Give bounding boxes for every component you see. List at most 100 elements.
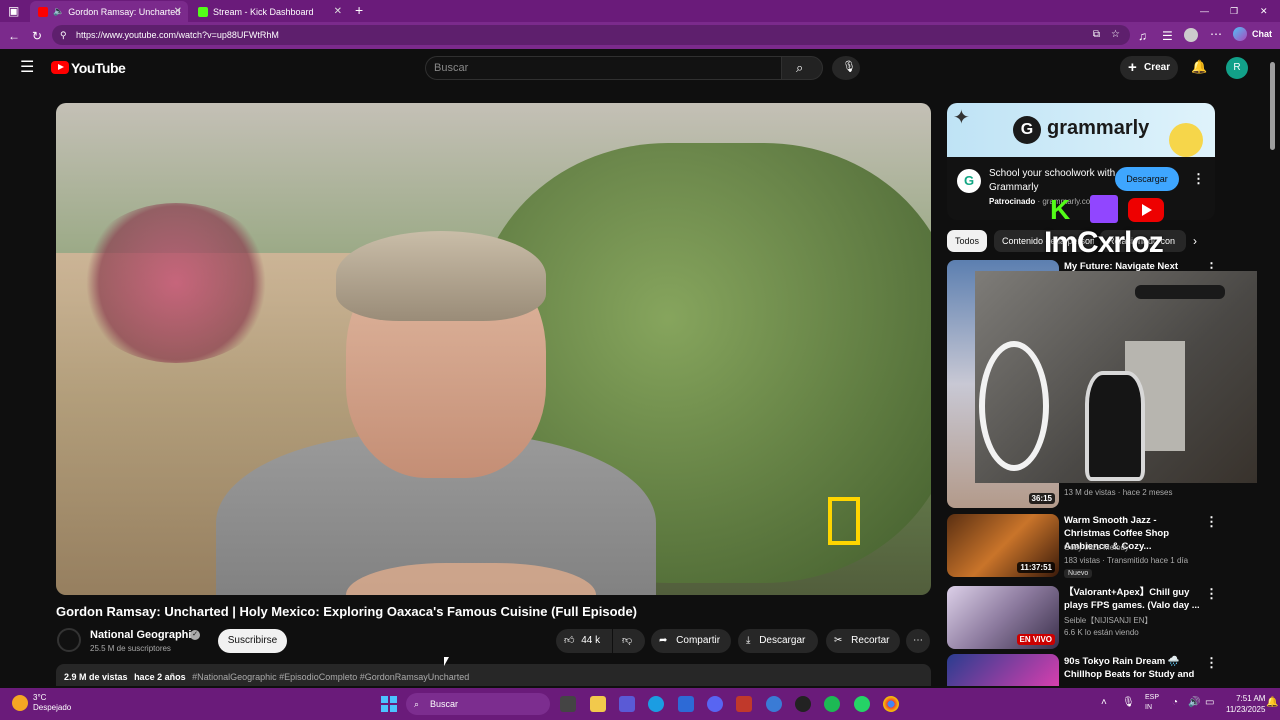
new-tab-icon[interactable]: + — [355, 3, 363, 17]
search-icon: ⌕ — [414, 699, 420, 709]
favorite-star-icon[interactable]: ☆ — [1111, 25, 1120, 45]
description-box[interactable]: 2.9 M de vistas hace 2 años #NationalGeo… — [56, 664, 931, 686]
clip-button[interactable]: ✂ Recortar — [826, 629, 900, 653]
url-text: https://www.youtube.com/watch?v=up88UFWt… — [76, 30, 279, 40]
back-icon[interactable]: ← — [8, 30, 20, 42]
weather-widget[interactable]: 3°C Despejado — [33, 693, 71, 713]
discord-icon[interactable] — [707, 696, 723, 712]
app-icon[interactable] — [736, 696, 752, 712]
app-icon[interactable] — [766, 696, 782, 712]
language-indicator[interactable]: ESP IN — [1145, 693, 1159, 713]
share-label: Compartir — [676, 635, 721, 646]
more-horizontal-icon: ⋯ — [913, 635, 923, 646]
ad-headline: School your schoolwork with Grammarly — [989, 168, 1116, 193]
clock[interactable]: 7:51 AM 11/23/2025 — [1226, 693, 1265, 715]
edge-icon[interactable] — [648, 696, 664, 712]
whatsapp-icon[interactable] — [854, 696, 870, 712]
hamburger-menu-icon[interactable]: ☰ — [20, 60, 34, 76]
more-actions-button[interactable]: ⋯ — [906, 629, 930, 653]
more-menu-icon[interactable]: ⋯ — [1210, 28, 1222, 40]
profile-icon[interactable] — [1184, 28, 1198, 42]
spotify-icon[interactable] — [824, 696, 840, 712]
chat-button[interactable]: Chat — [1252, 29, 1272, 39]
tray-chevron-icon[interactable]: ˄ — [1101, 698, 1107, 708]
maximize-icon[interactable]: ❐ — [1230, 5, 1238, 17]
mouse-cursor — [444, 657, 449, 666]
tab-kick[interactable]: Stream - Kick Dashboard ✕ — [190, 1, 348, 22]
wifi-icon[interactable]: ◔ — [1172, 698, 1178, 708]
view-count: 2.9 M de vistas — [64, 672, 128, 682]
recommendation-more-icon[interactable]: ⋮ — [1205, 655, 1218, 671]
search-icon: ⌕ — [796, 60, 804, 75]
extensions-icon[interactable]: ♫ — [1138, 30, 1147, 42]
recommendation-more-icon[interactable]: ⋮ — [1205, 514, 1218, 530]
chevron-right-icon[interactable]: › — [1193, 234, 1197, 248]
subscriber-count: 25.5 M de suscriptores — [90, 644, 171, 653]
weather-condition: Despejado — [33, 703, 72, 712]
download-button[interactable]: ⤓ Descargar — [738, 629, 818, 653]
battery-icon[interactable]: ▭ — [1205, 698, 1214, 708]
minimize-icon[interactable]: — — [1200, 5, 1209, 17]
dislike-button[interactable]: 👎︎ — [613, 629, 645, 653]
download-icon: ⤓ — [746, 635, 751, 646]
recommendation-thumbnail[interactable]: 11:37:51 — [947, 514, 1059, 577]
plus-icon: + — [1128, 59, 1137, 76]
recommendation-thumbnail[interactable] — [947, 654, 1059, 686]
close-tab-icon[interactable]: ✕ — [174, 6, 182, 17]
task-view-icon[interactable] — [560, 696, 576, 712]
file-explorer-icon[interactable] — [590, 696, 606, 712]
install-app-icon[interactable]: ⧉ — [1093, 25, 1100, 45]
notifications-bell-icon[interactable]: 🔔 — [1191, 59, 1207, 75]
youtube-logo-text[interactable]: YouTube — [71, 60, 126, 76]
weather-moon-icon[interactable] — [12, 695, 28, 711]
ad-more-icon[interactable]: ⋮ — [1192, 171, 1205, 187]
reload-icon[interactable]: ↻ — [32, 30, 42, 42]
recommendation-channel[interactable]: Cozy Jazz Melody — [1064, 543, 1129, 552]
chip-all[interactable]: Todos — [947, 230, 988, 252]
video-player[interactable] — [56, 103, 931, 595]
channel-avatar[interactable] — [57, 628, 81, 652]
channel-name[interactable]: National Geographic — [90, 629, 198, 641]
like-button[interactable]: 👍︎ 44 k — [556, 629, 612, 653]
ad-banner: ✦ G grammarly — [947, 103, 1215, 157]
obs-icon[interactable] — [795, 696, 811, 712]
close-tab-icon[interactable]: ✕ — [334, 6, 342, 17]
hashtags[interactable]: #NationalGeographic #EpisodioCompleto #G… — [192, 672, 469, 682]
search-input[interactable]: Buscar — [425, 56, 781, 80]
voice-search-button[interactable]: 🎙 — [832, 56, 860, 80]
url-field[interactable]: ⚲ https://www.youtube.com/watch?v=up88UF… — [52, 25, 1130, 45]
video-title: Gordon Ramsay: Uncharted | Holy Mexico: … — [56, 604, 638, 619]
site-info-icon[interactable]: ⚲ — [60, 25, 67, 45]
avatar[interactable]: R — [1226, 57, 1248, 79]
taskbar-search[interactable]: ⌕ Buscar — [406, 693, 550, 715]
youtube-logo-icon[interactable] — [51, 61, 69, 74]
tab-youtube[interactable]: 🔈 Gordon Ramsay: Uncharted ✕ — [30, 1, 188, 22]
temperature: 3°C — [33, 693, 47, 702]
store-icon[interactable] — [619, 696, 635, 712]
copilot-icon[interactable] — [1233, 27, 1247, 41]
page-scrollbar[interactable] — [1270, 62, 1275, 150]
search-button[interactable]: ⌕ — [781, 56, 823, 80]
youtube-favicon-icon — [38, 6, 48, 17]
close-window-icon[interactable]: ✕ — [1260, 5, 1268, 17]
ad-cta-button[interactable]: Descargar — [1115, 167, 1179, 191]
taskbar-search-label: Buscar — [430, 699, 459, 709]
recommendation-channel[interactable]: Seible【NIJISANJI EN】 — [1064, 615, 1152, 626]
mail-icon[interactable] — [678, 696, 694, 712]
recommendation-title[interactable]: 【Valorant+Apex】Chill guy plays FPS games… — [1064, 586, 1204, 612]
recommendation-more-icon[interactable]: ⋮ — [1205, 586, 1218, 602]
chrome-icon[interactable] — [883, 696, 899, 712]
create-button[interactable]: + Crear — [1120, 56, 1178, 80]
video-duration: 11:37:51 — [1017, 562, 1055, 573]
subscribe-button[interactable]: Suscribirse — [218, 629, 287, 653]
ad-card[interactable]: ✦ G grammarly G School your schoolwork w… — [947, 103, 1215, 220]
notification-center-icon[interactable]: 🔔 — [1266, 698, 1278, 708]
recommendation-thumbnail[interactable]: EN VIVO — [947, 586, 1059, 649]
volume-icon[interactable]: 🔊 — [1188, 698, 1200, 708]
favorites-icon[interactable]: ☰ — [1162, 30, 1173, 42]
share-button[interactable]: ➦ Compartir — [651, 629, 731, 653]
language-code: ESP — [1145, 694, 1160, 701]
windows-start-icon[interactable] — [381, 696, 397, 712]
microphone-tray-icon[interactable]: 🎙 — [1122, 698, 1135, 708]
window-menu-icon[interactable]: ▣ — [8, 5, 19, 17]
